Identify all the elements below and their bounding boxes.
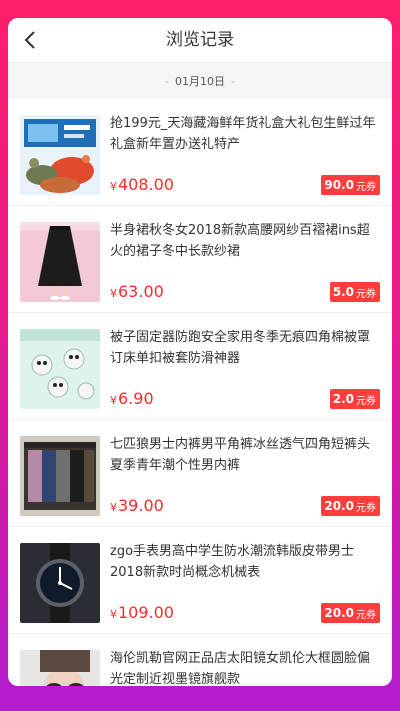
coupon-unit: 元券	[356, 288, 376, 300]
coupon-value: 5.0	[332, 285, 354, 299]
product-name: 抢199元_天海藏海鲜年货礼盒大礼包生鲜过年礼盒新年置办送礼特产	[110, 116, 376, 152]
product-thumbnail[interactable]	[20, 650, 100, 686]
coupon-badge[interactable]: 2.0 元券	[329, 389, 380, 409]
list-item[interactable]: 半身裙秋冬女2018新款高腰网纱百褶裙ins超火的裙子冬中长款纱裙 ¥63.00…	[8, 206, 392, 313]
product-thumbnail[interactable]	[20, 543, 100, 623]
product-price: ¥39.00	[110, 496, 164, 515]
product-name: zgo手表男高中学生防水潮流韩版皮带男士2018新款时尚概念机械表	[110, 544, 355, 580]
list-item[interactable]: 海伦凯勒官网正品店太阳镜女凯伦大框圆脸偏光定制近视墨镜旗舰款	[8, 634, 392, 686]
currency-symbol: ¥	[110, 608, 117, 621]
product-thumbnail[interactable]	[20, 436, 100, 516]
list-item[interactable]: zgo手表男高中学生防水潮流韩版皮带男士2018新款时尚概念机械表 ¥109.0…	[8, 527, 392, 634]
currency-symbol: ¥	[110, 394, 117, 407]
coupon-unit: 元券	[356, 502, 376, 514]
coupon-value: 20.0	[324, 499, 354, 513]
product-name: 七匹狼男士内裤男平角裤冰丝透气四角短裤头夏季青年潮个性男内裤	[110, 437, 371, 473]
mens-watch-image	[20, 543, 100, 623]
price-value: 408.00	[118, 175, 174, 194]
coupon-unit: 元券	[356, 395, 376, 407]
product-name: 海伦凯勒官网正品店太阳镜女凯伦大框圆脸偏光定制近视墨镜旗舰款	[110, 651, 371, 686]
list-item[interactable]: 被子固定器防跑安全家用冬季无痕四角棉被罩订床单扣被套防滑神器 ¥6.90 2.0…	[8, 313, 392, 420]
coupon-badge[interactable]: 20.0 元券	[321, 603, 380, 623]
list-item[interactable]: 七匹狼男士内裤男平角裤冰丝透气四角短裤头夏季青年潮个性男内裤 ¥39.00 20…	[8, 420, 392, 527]
product-price: ¥6.90	[110, 389, 154, 408]
coupon-unit: 元券	[356, 609, 376, 621]
black-tulle-skirt-image	[20, 222, 100, 302]
product-name: 半身裙秋冬女2018新款高腰网纱百褶裙ins超火的裙子冬中长款纱裙	[110, 223, 370, 259]
price-value: 109.00	[118, 603, 174, 622]
product-thumbnail[interactable]	[20, 222, 100, 302]
history-card: 浏览记录 - 01月10日 - 抢199元_天海藏海鲜年货礼盒大礼包生鲜过年礼盒…	[8, 18, 392, 686]
price-value: 6.90	[118, 389, 154, 408]
coupon-badge[interactable]: 20.0 元券	[321, 496, 380, 516]
product-name: 被子固定器防跑安全家用冬季无痕四角棉被罩订床单扣被套防滑神器	[110, 330, 371, 366]
date-label: 01月10日	[175, 75, 225, 88]
date-dash-right: -	[231, 74, 235, 88]
price-value: 63.00	[118, 282, 164, 301]
product-price: ¥63.00	[110, 282, 164, 301]
currency-symbol: ¥	[110, 287, 117, 300]
product-thumbnail[interactable]	[20, 329, 100, 409]
product-thumbnail[interactable]	[20, 115, 100, 195]
coupon-value: 90.0	[324, 178, 354, 192]
mens-underwear-box-image	[20, 436, 100, 516]
page-title: 浏览记录	[166, 30, 234, 50]
price-value: 39.00	[118, 496, 164, 515]
product-price: ¥408.00	[110, 175, 174, 194]
coupon-unit: 元券	[356, 181, 376, 193]
currency-symbol: ¥	[110, 180, 117, 193]
coupon-value: 20.0	[324, 606, 354, 620]
list-item[interactable]: 抢199元_天海藏海鲜年货礼盒大礼包生鲜过年礼盒新年置办送礼特产 ¥408.00…	[8, 99, 392, 206]
date-dash-left: -	[165, 74, 169, 88]
top-bar: 浏览记录	[8, 18, 392, 63]
coupon-badge[interactable]: 5.0 元券	[329, 282, 380, 302]
date-divider: - 01月10日 -	[8, 63, 392, 99]
product-price: ¥109.00	[110, 603, 174, 622]
quilt-clips-image	[20, 329, 100, 409]
product-list: 抢199元_天海藏海鲜年货礼盒大礼包生鲜过年礼盒新年置办送礼特产 ¥408.00…	[8, 99, 392, 686]
currency-symbol: ¥	[110, 501, 117, 514]
seafood-gift-box-image	[20, 115, 100, 195]
coupon-badge[interactable]: 90.0 元券	[321, 175, 380, 195]
sunglasses-model-image	[20, 650, 100, 686]
coupon-value: 2.0	[332, 392, 354, 406]
